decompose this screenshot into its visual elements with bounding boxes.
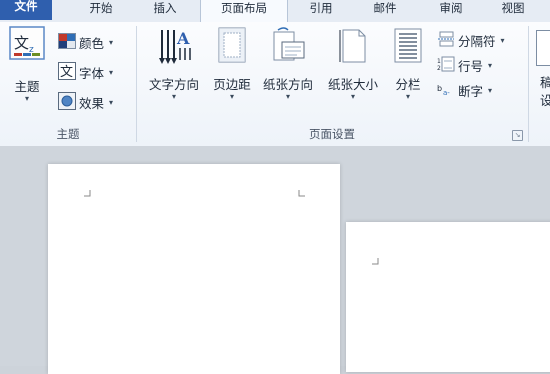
- margins-chevron-down-icon: ▾: [229, 92, 234, 101]
- columns-icon: [393, 26, 423, 69]
- paper-size-chevron-down-icon: ▾: [350, 92, 355, 101]
- color-palette-icon: [58, 32, 76, 52]
- tab-home[interactable]: 开始: [76, 0, 126, 22]
- tab-insert[interactable]: 插入: [140, 0, 190, 22]
- theme-colors-button[interactable]: 颜色 ▾: [58, 32, 113, 52]
- theme-colors-label: 颜色: [79, 35, 105, 51]
- themes-label: 主题: [14, 79, 40, 94]
- tab-review[interactable]: 审阅: [426, 0, 476, 22]
- hyphenation-icon: b a-: [437, 81, 455, 100]
- columns-chevron-down-icon: ▾: [405, 92, 410, 101]
- orientation-label: 纸张方向: [262, 77, 313, 92]
- theme-effects-button[interactable]: 效果 ▾: [58, 91, 114, 113]
- svg-text:A: A: [176, 29, 190, 48]
- margins-icon: [216, 26, 248, 69]
- paper-size-label: 纸张大小: [327, 77, 378, 92]
- margin-corner-mark: [84, 190, 91, 197]
- theme-effects-label: 效果: [79, 95, 105, 111]
- hyphenation-chevron-down-icon: ▾: [488, 85, 493, 95]
- next-group-label-line1: 稿: [540, 75, 550, 90]
- text-direction-icon: A: [156, 26, 192, 69]
- svg-text:2: 2: [437, 65, 441, 72]
- themes-icon: 文 z: [9, 26, 45, 60]
- orientation-chevron-down-icon: ▾: [285, 92, 290, 101]
- theme-colors-chevron-down-icon: ▾: [109, 37, 114, 47]
- themes-group: 文 z 主题 ▾ 颜色 ▾ 文 字体 ▾ 效果 ▾ 主题: [0, 22, 136, 146]
- paper-size-icon: [337, 26, 369, 69]
- columns-button[interactable]: 分栏 ▾: [387, 24, 429, 106]
- line-numbers-button[interactable]: 12 行号 ▾: [437, 55, 492, 75]
- orientation-icon: [270, 26, 306, 69]
- text-direction-button[interactable]: A 文字方向 ▾: [141, 24, 207, 106]
- line-numbers-icon: 12: [437, 56, 455, 75]
- svg-text:b: b: [437, 84, 442, 93]
- tab-file[interactable]: 文件: [0, 0, 52, 20]
- tab-references[interactable]: 引用: [296, 0, 346, 22]
- theme-effects-chevron-down-icon: ▾: [109, 97, 114, 107]
- themes-group-label: 主题: [56, 127, 80, 141]
- breaks-label: 分隔符: [458, 33, 496, 49]
- margins-button[interactable]: 页边距 ▾: [207, 24, 257, 106]
- tab-mailings[interactable]: 邮件: [360, 0, 410, 22]
- columns-label: 分栏: [395, 77, 421, 92]
- orientation-button[interactable]: 纸张方向 ▾: [257, 24, 319, 106]
- tab-view[interactable]: 视图: [488, 0, 538, 22]
- document-page-2[interactable]: [346, 222, 550, 372]
- next-group-partial: 稿 设: [532, 22, 550, 146]
- text-direction-chevron-down-icon: ▾: [171, 92, 176, 101]
- tab-page-layout[interactable]: 页面布局: [200, 0, 288, 23]
- ribbon-panel: 文 z 主题 ▾ 颜色 ▾ 文 字体 ▾ 效果 ▾ 主题 A 文字方向 ▾ 页边…: [0, 22, 550, 147]
- theme-fonts-label: 字体: [79, 65, 105, 81]
- group-divider: [528, 26, 529, 142]
- themes-icon-glyph: 文: [14, 34, 29, 52]
- page-setup-dialog-launcher-icon[interactable]: ↘: [512, 130, 523, 141]
- font-icon-glyph: 文: [60, 65, 73, 80]
- next-group-label-line2: 设: [540, 93, 550, 108]
- page-setup-group-label: 页面设置: [309, 127, 355, 141]
- document-page-1[interactable]: [48, 164, 340, 374]
- margins-label: 页边距: [213, 77, 251, 92]
- theme-fonts-chevron-down-icon: ▾: [109, 67, 114, 77]
- themes-chevron-down-icon: ▾: [24, 94, 29, 103]
- effects-icon: [58, 91, 76, 113]
- hyphenation-button[interactable]: b a- 断字 ▾: [437, 80, 492, 100]
- page-setup-group: A 文字方向 ▾ 页边距 ▾ 纸张方向 ▾ 纸张大小 ▾ 分栏 ▾ 分隔符 ▾ …: [137, 22, 527, 146]
- breaks-button[interactable]: 分隔符 ▾: [437, 30, 505, 50]
- breaks-icon: [437, 31, 455, 50]
- svg-text:1: 1: [437, 58, 441, 65]
- theme-fonts-button[interactable]: 文 字体 ▾: [58, 61, 114, 83]
- ribbon-tab-bar: 文件 开始 插入 页面布局 引用 邮件 审阅 视图: [0, 0, 550, 23]
- breaks-chevron-down-icon: ▾: [500, 35, 505, 45]
- themes-button[interactable]: 文 z 主题 ▾: [4, 24, 50, 106]
- text-direction-label: 文字方向: [148, 77, 199, 92]
- svg-text:a-: a-: [443, 89, 450, 97]
- watermark-icon[interactable]: [536, 30, 550, 66]
- hyphenation-label: 断字: [458, 83, 484, 99]
- line-numbers-chevron-down-icon: ▾: [488, 60, 493, 70]
- margin-corner-mark: [298, 190, 305, 197]
- paper-size-button[interactable]: 纸张大小 ▾: [321, 24, 385, 106]
- font-icon: 文: [58, 61, 76, 83]
- margin-corner-mark: [372, 258, 379, 265]
- line-numbers-label: 行号: [458, 58, 484, 74]
